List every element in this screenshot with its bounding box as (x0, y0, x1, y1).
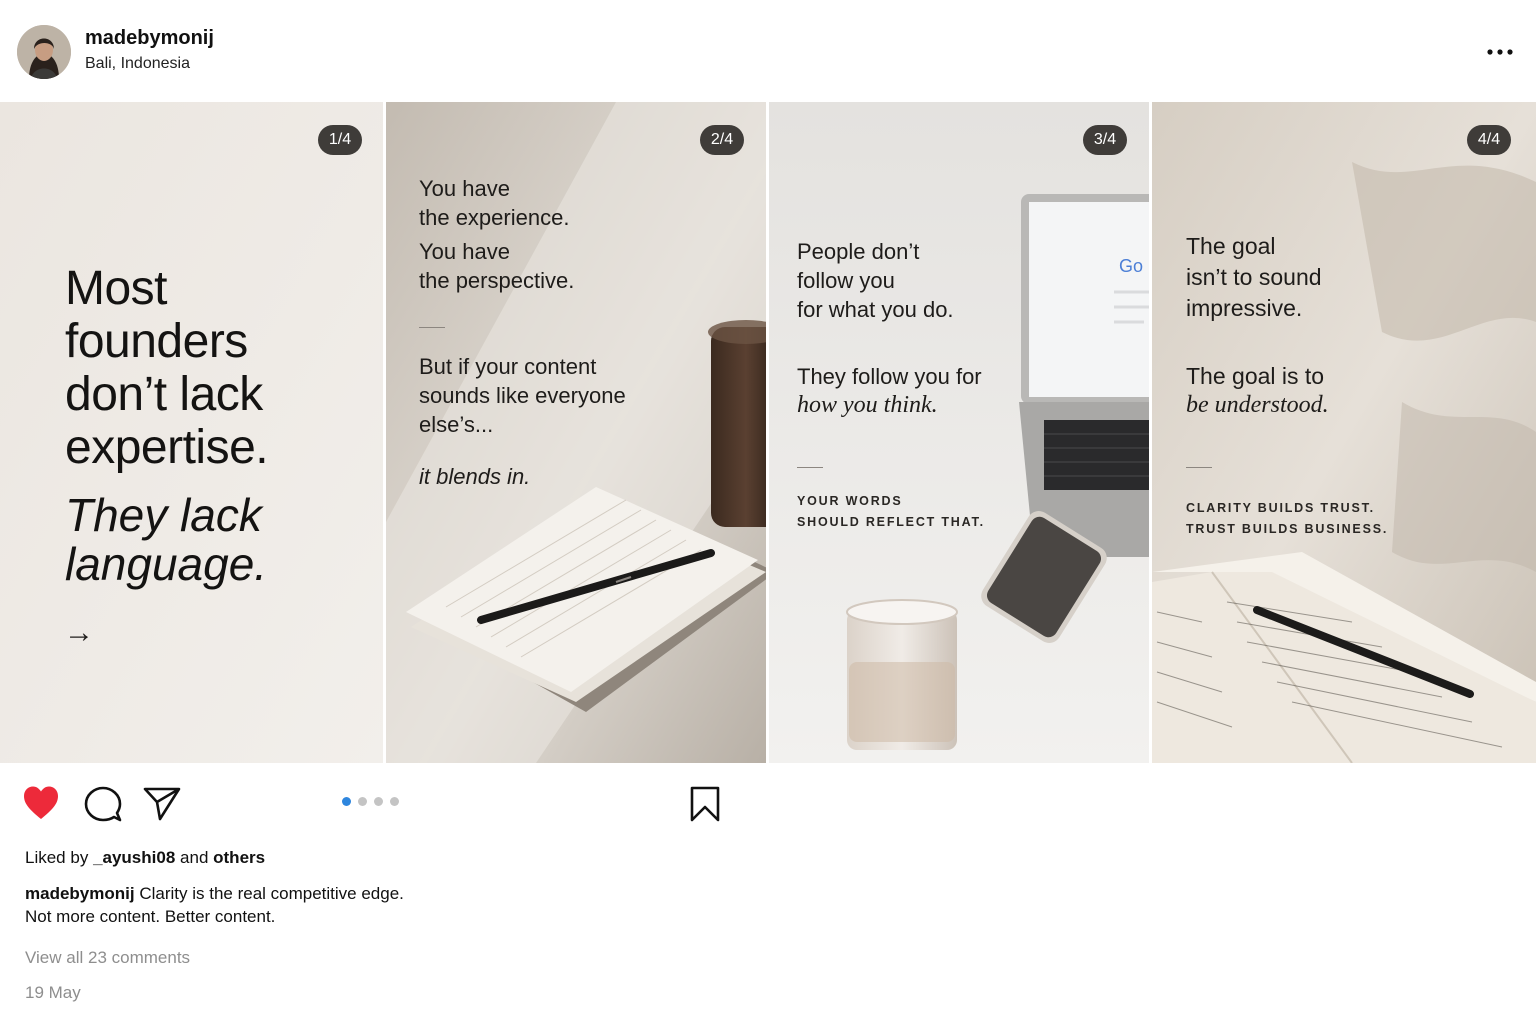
caps-line: YOUR WORDS (797, 494, 903, 508)
share-button[interactable] (143, 786, 181, 827)
caps-line: TRUST BUILDS BUSINESS. (1186, 522, 1389, 536)
carousel-slide-4[interactable]: 4/4 The goal isn’t to sound impressive. … (1152, 102, 1536, 763)
location[interactable]: Bali, Indonesia (85, 55, 190, 73)
slide-counter: 2/4 (700, 125, 744, 155)
arrow-right-icon: → (64, 616, 94, 649)
caps-line: CLARITY BUILDS TRUST. (1186, 501, 1375, 515)
caption-text: Not more content. Better content. (25, 907, 276, 926)
save-button[interactable] (689, 785, 721, 828)
carousel-slide-3[interactable]: Go 3/4 People don’t follow you for what … (769, 102, 1149, 763)
post-caption: madebymonij Clarity is the real competit… (25, 882, 404, 928)
italic-line: be understood. (1186, 392, 1329, 418)
pagination-dot[interactable] (358, 797, 367, 806)
text-line: isn’t to sound (1186, 264, 1322, 290)
comment-button[interactable] (84, 785, 122, 828)
caps-block: YOUR WORDS SHOULD REFLECT THAT. (797, 491, 985, 533)
more-horizontal-icon (1487, 49, 1513, 55)
text-line: the perspective. (419, 268, 575, 293)
text-block: You have the experience. (419, 174, 569, 232)
caps-block: CLARITY BUILDS TRUST. TRUST BUILDS BUSIN… (1186, 498, 1388, 540)
slide-counter: 3/4 (1083, 125, 1127, 155)
likes-conjunction: and (180, 848, 209, 867)
divider (797, 467, 823, 468)
caps-line: SHOULD REFLECT THAT. (797, 515, 985, 529)
laptop-photo: Go (769, 102, 1149, 763)
headline: Most founders don’t lack expertise. (65, 262, 269, 474)
view-comments-link[interactable]: View all 23 comments (25, 948, 190, 968)
headline-line: Most (65, 262, 168, 315)
pagination-dot[interactable] (342, 797, 351, 806)
comment-icon (84, 786, 122, 822)
text-block: But if your content sounds like everyone… (419, 352, 626, 439)
liked-by-user-link[interactable]: _ayushi08 (93, 848, 175, 867)
journal-photo (1152, 102, 1536, 763)
text-line: for what you do. (797, 297, 954, 322)
text-line: sounds like everyone (419, 383, 626, 408)
italic-line: how you think. (797, 392, 938, 418)
italic-line: They lack (65, 489, 262, 541)
divider (1186, 467, 1212, 468)
like-button[interactable] (22, 785, 60, 826)
text-block: The goal isn’t to sound impressive. (1186, 231, 1322, 324)
pagination-dot[interactable] (374, 797, 383, 806)
divider (419, 327, 445, 328)
headline-line: don’t lack (65, 368, 263, 421)
text-block: People don’t follow you for what you do. (797, 237, 954, 324)
carousel-slide-2[interactable]: 2/4 You have the experience. You have th… (386, 102, 766, 763)
pagination-dot[interactable] (390, 797, 399, 806)
action-bar (0, 763, 1536, 843)
italic-line: language. (65, 538, 268, 590)
post-header: madebymonij Bali, Indonesia (0, 0, 1536, 102)
text-line: follow you (797, 268, 895, 293)
caption-username[interactable]: madebymonij (25, 884, 135, 903)
text-line: But if your content (419, 354, 597, 379)
likes-prefix: Liked by (25, 848, 89, 867)
text-line: The goal (1186, 233, 1276, 259)
text-line: else’s... (419, 412, 494, 437)
post-date: 19 May (25, 983, 81, 1002)
slide-counter: 1/4 (318, 125, 362, 155)
text-line: They follow you for (797, 364, 982, 389)
username[interactable]: madebymonij (85, 27, 214, 50)
headline-line: founders (65, 315, 248, 368)
send-icon (143, 787, 181, 821)
italic-line: it blends in. (419, 464, 531, 489)
bookmark-icon (690, 786, 720, 822)
likes-others-link[interactable]: others (213, 848, 265, 867)
more-options-button[interactable] (1480, 38, 1520, 66)
text-line: the experience. (419, 205, 570, 230)
likes-summary: Liked by _ayushi08 and others (25, 848, 265, 868)
text-block: You have the perspective. (419, 237, 574, 295)
text-line: People don’t (797, 239, 920, 264)
svg-text:Go: Go (1119, 256, 1143, 276)
headline-italic: They lack language. (65, 491, 267, 589)
text-line: You have (419, 176, 510, 201)
headline-line: expertise. (65, 421, 269, 474)
slide-counter: 4/4 (1467, 125, 1511, 155)
carousel-slide-1[interactable]: 1/4 Most founders don’t lack expertise. … (0, 102, 383, 763)
heart-filled-icon (24, 786, 58, 819)
text-line: You have (419, 239, 510, 264)
text-line: The goal is to (1186, 363, 1325, 389)
caption-text: Clarity is the real competitive edge. (139, 884, 404, 903)
text-line: impressive. (1186, 295, 1303, 321)
avatar[interactable] (17, 25, 71, 79)
